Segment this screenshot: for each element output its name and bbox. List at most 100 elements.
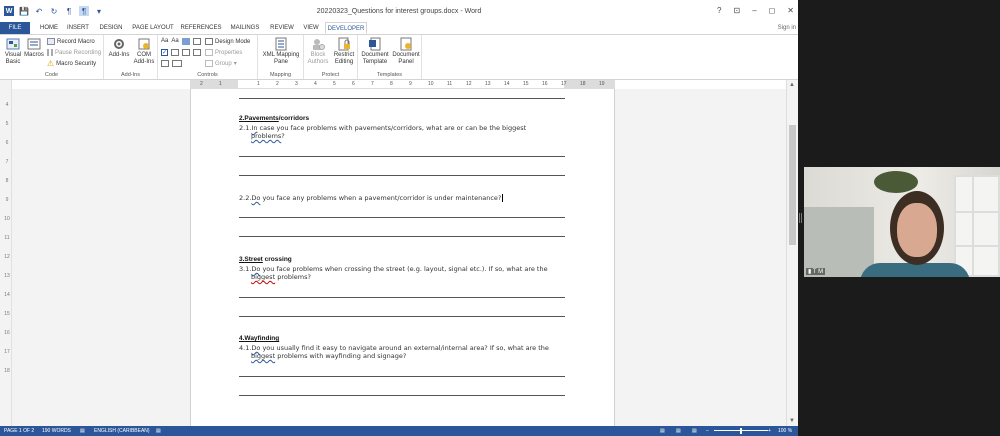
checkbox-control-icon[interactable]: ✓ bbox=[161, 49, 168, 56]
read-mode-icon[interactable]: ▤ bbox=[660, 426, 665, 436]
tab-home[interactable]: HOME bbox=[38, 22, 60, 34]
vruler-label: 11 bbox=[4, 235, 10, 241]
language[interactable]: ENGLISH (CARIBBEAN) bbox=[94, 426, 150, 436]
zoom-out-button[interactable]: – bbox=[706, 426, 709, 436]
maximize-button[interactable]: ◻ bbox=[769, 6, 776, 15]
block-authors-button[interactable]: Block Authors bbox=[306, 37, 330, 66]
macros-button[interactable]: Macros bbox=[24, 37, 44, 59]
gear-icon bbox=[114, 39, 124, 49]
macro-security-button[interactable]: ⚠ Macro Security bbox=[47, 60, 96, 68]
group-mapping-label: Mapping bbox=[269, 72, 292, 78]
grammar-flagged-word: biggest bbox=[251, 352, 276, 360]
question-text: problems? bbox=[275, 273, 311, 281]
ribbon: Visual Basic Macros Record Macro Pause R… bbox=[0, 34, 798, 80]
restrict-editing-button[interactable]: Restrict Editing bbox=[332, 37, 356, 66]
addins-button[interactable]: Add-Ins bbox=[108, 37, 130, 59]
tab-view[interactable]: VIEW bbox=[302, 22, 320, 34]
question-4-1: 4.1.Do you usually find it easy to navig… bbox=[239, 344, 549, 352]
minimize-button[interactable]: – bbox=[752, 6, 756, 15]
web-layout-icon[interactable]: ▤ bbox=[692, 426, 697, 436]
visual-basic-button[interactable]: Visual Basic bbox=[3, 37, 23, 66]
answer-line bbox=[239, 217, 565, 218]
ruler-label: 18 bbox=[580, 81, 586, 87]
design-mode-icon bbox=[205, 38, 213, 45]
group-protect: Block Authors Restrict Editing Protect bbox=[304, 35, 358, 79]
vruler-label: 16 bbox=[4, 330, 10, 336]
record-macro-button[interactable]: Record Macro bbox=[47, 38, 95, 45]
person-shoulders bbox=[860, 263, 970, 277]
ruler-label: 7 bbox=[371, 81, 374, 87]
tab-insert[interactable]: INSERT bbox=[66, 22, 90, 34]
status-bar: PAGE 1 OF 2 190 WORDS ▤ ENGLISH (CARIBBE… bbox=[0, 426, 798, 436]
resize-handle[interactable] bbox=[801, 213, 802, 223]
word-count[interactable]: 190 WORDS bbox=[42, 426, 71, 436]
scroll-up-icon[interactable]: ▲ bbox=[789, 82, 795, 88]
repeating-section-control-icon[interactable] bbox=[161, 60, 169, 67]
heading-word: Pavements bbox=[244, 115, 279, 122]
resize-handle[interactable] bbox=[799, 213, 800, 223]
rich-text-control-icon[interactable]: Aa bbox=[161, 38, 168, 45]
proofing-icon[interactable]: ▤ bbox=[80, 426, 85, 436]
ribbon-display-button[interactable]: ⊡ bbox=[734, 6, 741, 15]
document-template-button[interactable]: Document Template bbox=[360, 37, 390, 66]
tab-design[interactable]: DESIGN bbox=[98, 22, 124, 34]
design-mode-button[interactable]: Design Mode bbox=[205, 38, 250, 45]
ruler-label: 4 bbox=[314, 81, 317, 87]
content-controls-row-2: ✓ bbox=[161, 49, 201, 56]
participant-video[interactable]: ▮ T M bbox=[804, 167, 1000, 277]
scrollbar-thumb[interactable] bbox=[789, 125, 796, 245]
zoom-level[interactable]: 100 % bbox=[778, 426, 792, 436]
pause-recording-button[interactable]: Pause Recording bbox=[47, 49, 101, 56]
sign-in-link[interactable]: Sign in bbox=[778, 22, 796, 34]
document-page[interactable]: 2.Pavements/corridors 2.1.In case you fa… bbox=[190, 89, 615, 426]
document-template-icon bbox=[369, 37, 381, 51]
word-window: W 💾 ↶ ↻ ¶ ¶ ▾ 20220323_Questions for int… bbox=[0, 0, 798, 436]
scroll-down-icon[interactable]: ▼ bbox=[789, 418, 795, 424]
answer-line bbox=[239, 175, 565, 176]
tab-review[interactable]: REVIEW bbox=[268, 22, 296, 34]
zoom-slider-thumb[interactable] bbox=[740, 428, 742, 434]
macro-recording-icon[interactable]: ▤ bbox=[156, 426, 161, 436]
lock-icon bbox=[338, 37, 350, 51]
properties-button[interactable]: Properties bbox=[205, 49, 242, 56]
help-button[interactable]: ? bbox=[717, 6, 721, 15]
com-addins-button[interactable]: COM Add-Ins bbox=[132, 37, 156, 66]
vruler-label: 12 bbox=[4, 254, 10, 260]
ruler-label: 2 bbox=[200, 81, 203, 87]
zoom-in-button[interactable]: + bbox=[768, 426, 771, 436]
group-code-label: Code bbox=[44, 72, 59, 78]
ruler-label: 19 bbox=[599, 81, 605, 87]
document-panel-button[interactable]: Document Panel bbox=[391, 37, 421, 66]
group-button[interactable]: Group ▾ bbox=[205, 60, 237, 67]
question-text: ? bbox=[281, 132, 285, 140]
tab-mailings[interactable]: MAILINGS bbox=[228, 22, 262, 34]
vruler-label: 17 bbox=[4, 349, 10, 355]
tab-references[interactable]: REFERENCES bbox=[180, 22, 222, 34]
xml-mapping-pane-button[interactable]: XML Mapping Pane bbox=[260, 37, 302, 66]
question-number: 3.1. bbox=[239, 265, 252, 273]
combo-box-control-icon[interactable] bbox=[171, 49, 179, 56]
group-mapping: XML Mapping Pane Mapping bbox=[258, 35, 304, 79]
tab-page-layout[interactable]: PAGE LAYOUT bbox=[132, 22, 174, 34]
tab-file[interactable]: FILE bbox=[0, 22, 30, 34]
date-picker-control-icon[interactable] bbox=[193, 49, 201, 56]
tab-developer[interactable]: DEVELOPER bbox=[325, 22, 367, 34]
vruler-label: 15 bbox=[4, 311, 10, 317]
legacy-tools-icon[interactable] bbox=[172, 60, 182, 67]
picture-control-icon[interactable] bbox=[181, 38, 190, 45]
text-cursor bbox=[502, 194, 504, 202]
building-block-control-icon[interactable] bbox=[192, 38, 201, 45]
ruler-label: 11 bbox=[447, 81, 453, 87]
plain-text-control-icon[interactable]: Aa bbox=[171, 38, 178, 45]
record-macro-icon bbox=[47, 38, 55, 45]
close-button[interactable]: ✕ bbox=[787, 6, 794, 15]
ruler-label: 3 bbox=[295, 81, 298, 87]
shelf-divider bbox=[972, 175, 974, 277]
answer-line bbox=[239, 376, 565, 377]
print-layout-icon[interactable]: ▤ bbox=[676, 426, 681, 436]
shelf-divider bbox=[954, 211, 1000, 213]
dropdown-control-icon[interactable] bbox=[182, 49, 190, 56]
vertical-scrollbar[interactable]: ▲ ▼ bbox=[786, 80, 798, 426]
ribbon-tabs: FILE HOME INSERT DESIGN PAGE LAYOUT REFE… bbox=[0, 22, 798, 34]
page-count[interactable]: PAGE 1 OF 2 bbox=[4, 426, 34, 436]
